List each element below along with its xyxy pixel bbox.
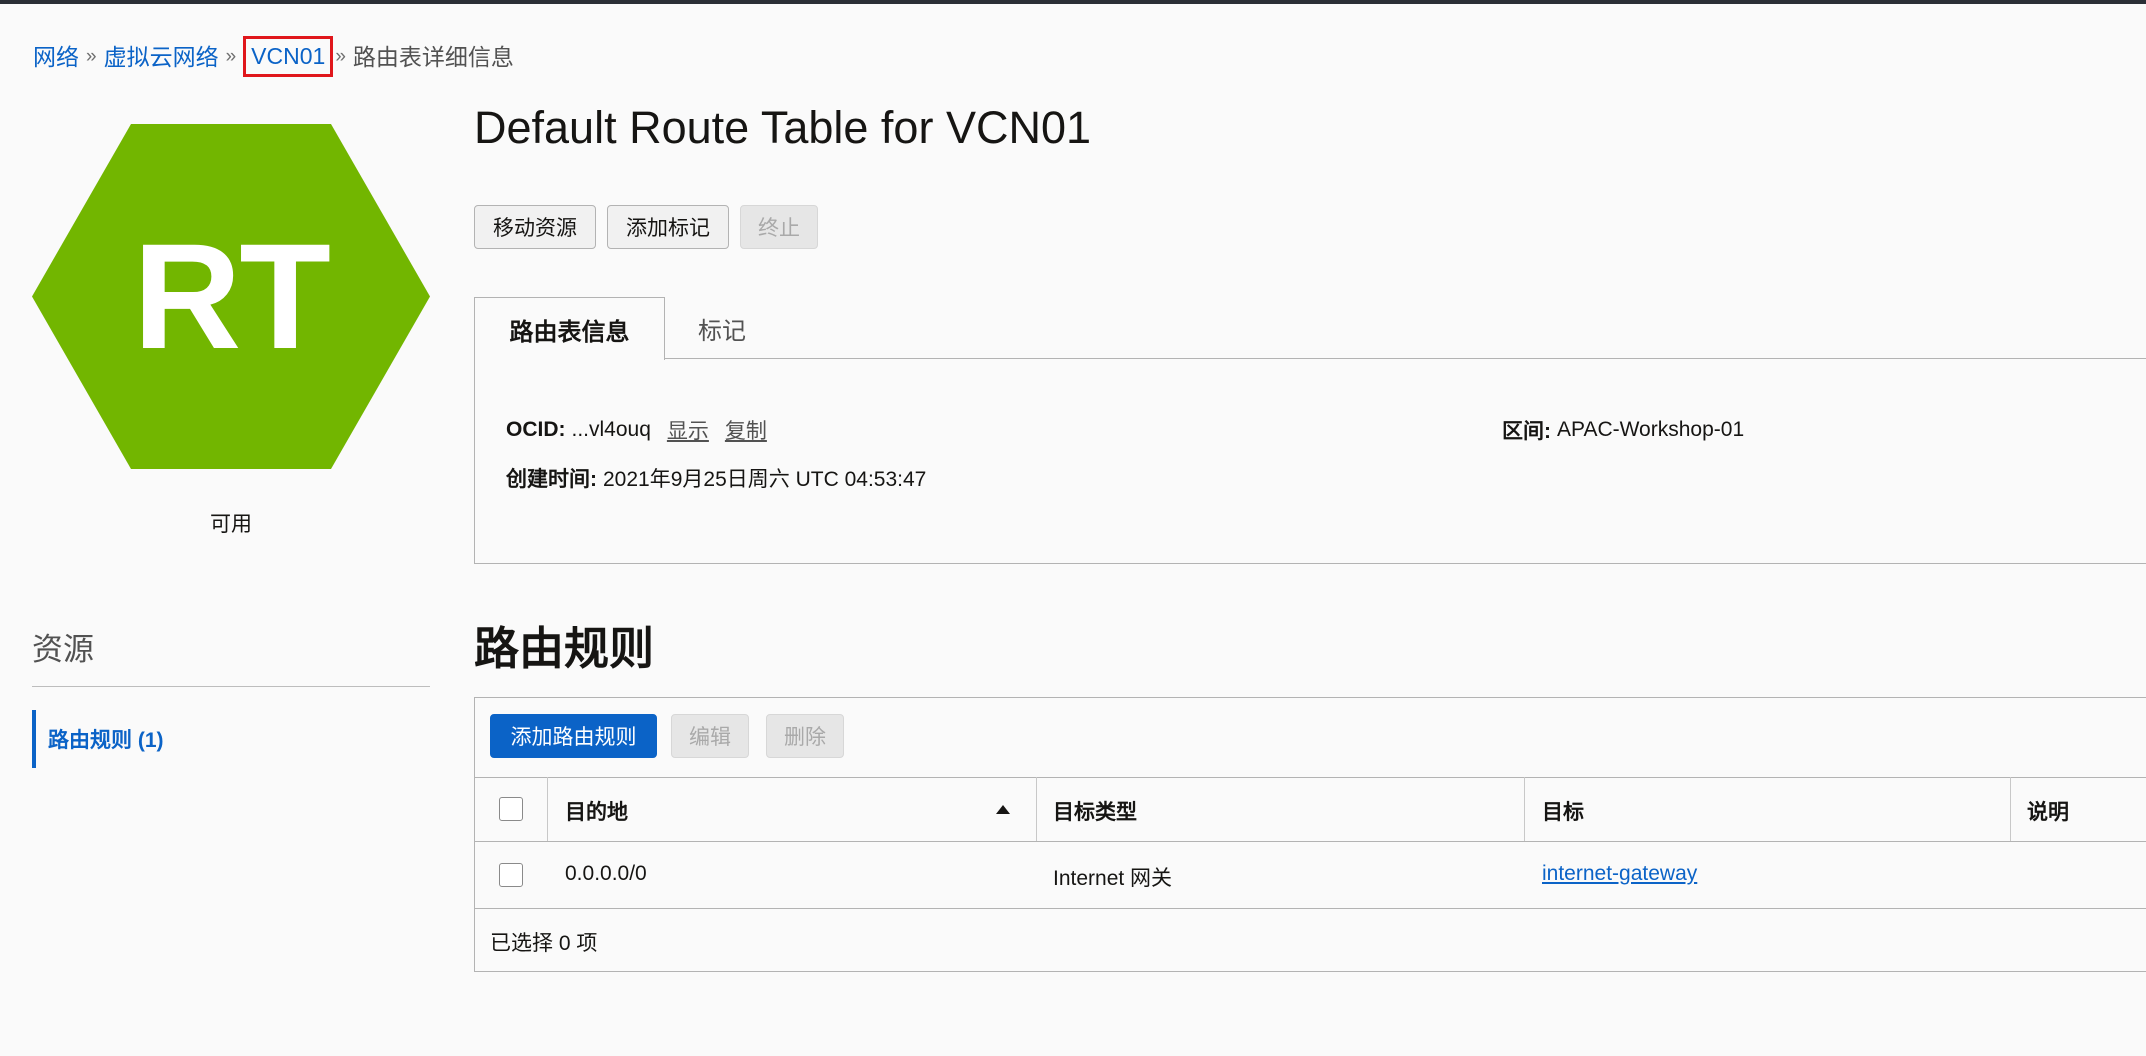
compartment-value: APAC-Workshop-01: [1557, 418, 1745, 441]
delete-button[interactable]: 删除: [766, 714, 844, 758]
table-header-bottom-border: [475, 841, 2146, 842]
ocid-value: ...vl4ouq: [571, 418, 651, 441]
compartment-row: 区间: APAC-Workshop-01: [1502, 415, 1744, 445]
selected-count-text: 已选择 0 项: [490, 932, 598, 955]
breadcrumb-vcns[interactable]: 虚拟云网络: [104, 41, 219, 73]
add-tags-button[interactable]: 添加标记: [607, 205, 729, 249]
breadcrumb-separator: »: [86, 45, 97, 67]
resource-icon-text: RT: [133, 212, 331, 380]
select-all-checkbox[interactable]: [499, 797, 523, 821]
column-header-description[interactable]: 说明: [2027, 796, 2069, 826]
breadcrumb-networking[interactable]: 网络: [33, 41, 79, 73]
column-divider: [1524, 777, 1525, 841]
route-rules-title: 路由规则: [474, 623, 655, 674]
show-ocid-link[interactable]: 显示: [667, 415, 709, 445]
resources-divider: [32, 686, 430, 687]
breadcrumb-highlight-box: VCN01: [243, 36, 334, 77]
breadcrumb-vcn01[interactable]: VCN01: [251, 43, 325, 69]
add-route-rule-button[interactable]: 添加路由规则: [490, 714, 657, 758]
row-destination: 0.0.0.0/0: [565, 862, 647, 885]
column-header-target[interactable]: 目标: [1542, 796, 1584, 826]
created-value: 2021年9月25日周六 UTC 04:53:47: [603, 468, 927, 491]
top-bar: [0, 0, 2146, 4]
column-divider: [547, 777, 548, 841]
status-text: 可用: [210, 513, 252, 536]
row-target-link[interactable]: internet-gateway: [1542, 862, 1697, 886]
table-row-bottom-border: [475, 908, 2146, 909]
ocid-label: OCID:: [506, 418, 566, 441]
tab-route-table-info[interactable]: 路由表信息: [474, 297, 665, 360]
copy-ocid-link[interactable]: 复制: [725, 415, 767, 445]
route-rules-table: 添加路由规则 编辑 删除 目的地 目标类型 目标 说明 0.0.0.0/0 In…: [474, 697, 2146, 972]
sort-ascending-icon[interactable]: [996, 805, 1010, 814]
page-title: Default Route Table for VCN01: [474, 102, 1092, 153]
tab-tags[interactable]: 标记: [665, 297, 779, 359]
row-checkbox[interactable]: [499, 863, 523, 887]
breadcrumb-separator: »: [335, 45, 346, 67]
created-label: 创建时间:: [506, 468, 597, 491]
resources-heading: 资源: [32, 632, 94, 667]
sidebar-item-route-rules[interactable]: 路由规则 (1): [32, 710, 164, 768]
terminate-button[interactable]: 终止: [740, 205, 818, 249]
column-header-destination[interactable]: 目的地: [565, 796, 628, 826]
ocid-row: OCID: ...vl4ouq 显示 复制: [506, 415, 767, 445]
table-header-top-border: [475, 777, 2146, 778]
breadcrumb-separator: »: [225, 45, 237, 67]
breadcrumb: 网络 » 虚拟云网络 » VCN01 » 路由表详细信息: [33, 36, 514, 77]
column-header-target-type[interactable]: 目标类型: [1053, 796, 1137, 826]
move-resource-button[interactable]: 移动资源: [474, 205, 596, 249]
breadcrumb-current: 路由表详细信息: [352, 43, 514, 70]
column-divider: [2010, 777, 2011, 841]
row-target-type: Internet 网关: [1053, 867, 1173, 890]
info-panel: [474, 358, 2146, 564]
compartment-label: 区间:: [1502, 420, 1551, 443]
column-divider: [1036, 777, 1037, 841]
edit-button[interactable]: 编辑: [671, 714, 749, 758]
created-row: 创建时间: 2021年9月25日周六 UTC 04:53:47: [506, 463, 926, 493]
